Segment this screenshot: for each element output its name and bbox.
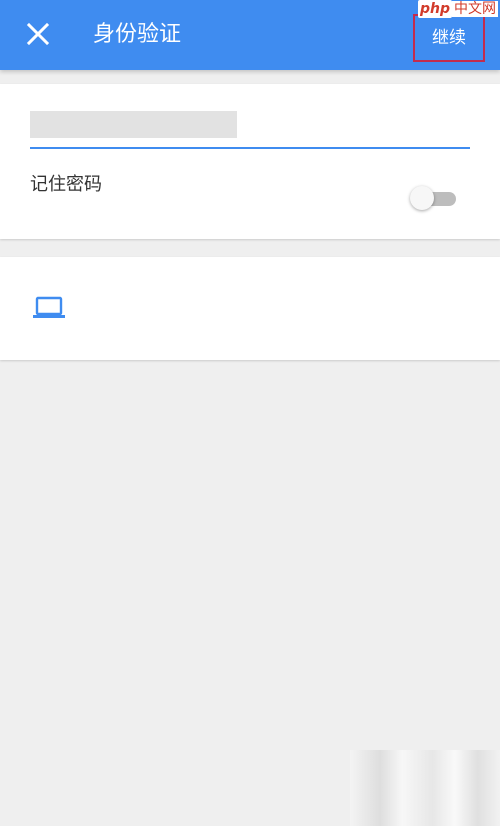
input-underline [30, 147, 470, 149]
laptop-icon[interactable] [32, 295, 66, 321]
watermark-site: 中文网 [452, 1, 499, 17]
watermark: php 中文网 [418, 0, 499, 18]
toggle-thumb [410, 186, 434, 210]
continue-highlight: 继续 [413, 14, 485, 62]
password-input[interactable] [30, 111, 237, 138]
close-icon [26, 22, 50, 46]
app-bar: 身份验证 继续 php 中文网 [0, 0, 500, 70]
remember-password-label: 记住密码 [30, 174, 102, 195]
continue-button[interactable]: 继续 [415, 16, 483, 60]
blurred-region [350, 750, 500, 826]
page-title: 身份验证 [93, 22, 182, 47]
password-card: 记住密码 [0, 84, 500, 239]
close-button[interactable] [20, 16, 56, 52]
watermark-php: php [418, 0, 453, 18]
laptop-icon-graphic [33, 296, 65, 318]
remember-password-toggle[interactable] [410, 186, 456, 210]
device-card [0, 257, 500, 360]
